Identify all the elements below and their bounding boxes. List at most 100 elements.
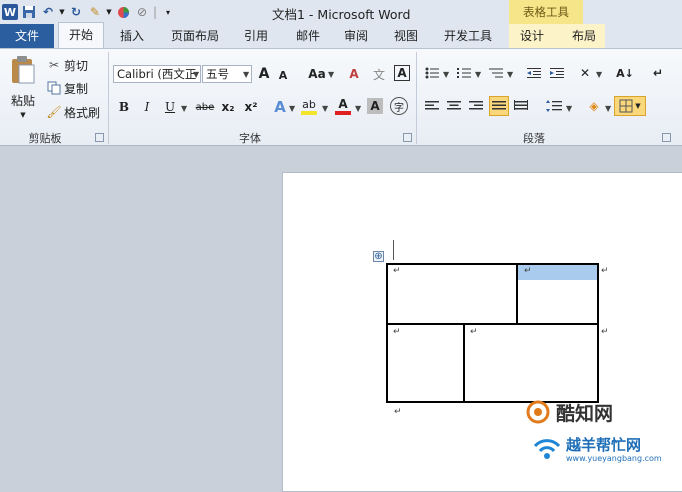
save-icon[interactable]	[21, 4, 37, 20]
tab-file[interactable]: 文件	[0, 24, 54, 48]
tab-review[interactable]: 审阅	[336, 24, 376, 48]
show-hide-marks-icon[interactable]: ↵	[650, 64, 666, 82]
bullets-dropdown-icon[interactable]: ▼	[443, 70, 449, 79]
align-left-icon[interactable]	[424, 98, 440, 114]
underline-dropdown-icon[interactable]: ▼	[181, 104, 187, 113]
tab-design[interactable]: 设计	[512, 24, 552, 48]
tab-insert[interactable]: 插入	[112, 24, 152, 48]
phonetic-guide-icon[interactable]: 文	[370, 64, 388, 84]
strikethrough-button[interactable]: abe	[193, 98, 217, 116]
paragraph-mark-icon: ↵	[394, 407, 402, 417]
font-name-box[interactable]: Calibri (西文正	[113, 65, 201, 83]
tab-page-layout[interactable]: 页面布局	[162, 24, 228, 48]
quick-access-toolbar: W ↶ ▼ ↻ ✎ ▼ ⊘ | ▾	[2, 2, 176, 22]
text-effects-icon[interactable]: A	[271, 98, 289, 116]
increase-indent-icon[interactable]	[549, 65, 565, 81]
line-spacing-dropdown-icon[interactable]: ▼	[566, 104, 572, 113]
table-border-top	[386, 263, 599, 265]
paste-dropdown-icon[interactable]: ▼	[18, 110, 28, 120]
tab-home[interactable]: 开始	[58, 22, 104, 48]
enclose-characters-icon[interactable]: 字	[390, 97, 408, 115]
superscript-button[interactable]: x²	[242, 98, 260, 116]
distributed-icon[interactable]	[513, 98, 529, 114]
redo-icon[interactable]: ↻	[68, 4, 84, 20]
asian-layout-dropdown-icon[interactable]: ▼	[596, 70, 602, 79]
tab-mailings[interactable]: 邮件	[288, 24, 328, 48]
font-name-dropdown-icon[interactable]: ▼	[193, 70, 199, 79]
align-center-icon[interactable]	[446, 98, 462, 114]
line-spacing-icon[interactable]	[545, 98, 563, 114]
multilevel-list-icon[interactable]	[488, 65, 504, 81]
copy-button-label[interactable]: 复制	[64, 80, 94, 96]
borders-button[interactable]: ▼	[614, 96, 646, 116]
tab-view[interactable]: 视图	[386, 24, 426, 48]
group-separator	[416, 52, 417, 144]
row-end-mark-icon: ↵	[601, 266, 609, 276]
copy-icon[interactable]	[46, 80, 62, 96]
character-border-icon[interactable]: A	[394, 65, 410, 81]
bullets-icon[interactable]	[424, 65, 440, 81]
tab-layout[interactable]: 布局	[564, 24, 604, 48]
watermark-logo-text: 酷知网	[556, 402, 614, 425]
watermark-site-text: 越羊帮忙网	[566, 436, 642, 454]
shading-dropdown-icon[interactable]: ▼	[605, 104, 611, 113]
character-shading-icon[interactable]: A	[367, 98, 383, 114]
watermark-wifi-icon	[533, 439, 561, 459]
decrease-indent-icon[interactable]	[526, 65, 542, 81]
font-dialog-launcher[interactable]	[403, 133, 412, 142]
font-color-dropdown-icon[interactable]: ▼	[355, 104, 361, 113]
color-wheel-icon[interactable]	[115, 4, 131, 20]
watermark-logo: 酷知网	[524, 397, 672, 427]
format-painter-icon[interactable]: ✎	[87, 4, 103, 20]
tab-developer[interactable]: 开发工具	[436, 24, 500, 48]
paragraph-dialog-launcher[interactable]	[662, 133, 671, 142]
tab-references[interactable]: 引用	[236, 24, 276, 48]
cut-button-label[interactable]: 剪切	[64, 57, 94, 73]
multilevel-dropdown-icon[interactable]: ▼	[507, 70, 513, 79]
cut-icon[interactable]: ✂	[46, 57, 62, 73]
numbering-dropdown-icon[interactable]: ▼	[475, 70, 481, 79]
paste-button-label[interactable]: 粘贴	[8, 92, 38, 108]
watermark-url: www.yueyangbang.com	[566, 454, 662, 463]
subscript-button[interactable]: x₂	[219, 98, 237, 116]
italic-button[interactable]: I	[139, 98, 155, 116]
cell-end-mark-icon: ↵	[470, 327, 478, 337]
borders-dropdown-icon: ▼	[635, 102, 641, 110]
asian-layout-icon[interactable]: ✕	[576, 64, 594, 82]
undo-dropdown-icon[interactable]: ▼	[59, 4, 65, 20]
customize-qat-icon[interactable]: ▾	[160, 4, 176, 20]
highlight-dropdown-icon[interactable]: ▼	[322, 104, 328, 113]
change-case-dropdown-icon[interactable]: ▼	[328, 70, 334, 79]
format-painter-label[interactable]: 格式刷	[64, 104, 104, 120]
cell-end-mark-icon: ↵	[393, 266, 401, 276]
change-case-icon[interactable]: Aa	[306, 64, 328, 84]
cell-end-mark-icon: ↵	[524, 266, 532, 276]
paste-icon[interactable]	[8, 54, 38, 86]
numbering-icon[interactable]	[456, 65, 472, 81]
eraser-icon[interactable]: ⊘	[134, 4, 150, 20]
justify-button[interactable]	[489, 96, 509, 116]
word-logo-icon[interactable]: W	[2, 4, 18, 20]
text-effects-dropdown-icon[interactable]: ▼	[289, 104, 295, 113]
text-cursor	[393, 240, 394, 260]
qat-separator: |	[152, 5, 158, 19]
bold-button[interactable]: B	[116, 98, 132, 116]
table-border-middle	[386, 323, 599, 325]
clear-formatting-icon[interactable]: A	[345, 64, 363, 84]
watermark-swirl-icon	[526, 400, 550, 424]
undo-icon[interactable]: ↶	[40, 4, 56, 20]
shading-bucket-icon[interactable]: ◈	[585, 97, 603, 115]
align-right-icon[interactable]	[468, 98, 484, 114]
format-painter-brush-icon[interactable]: 🖌	[46, 104, 62, 120]
underline-button[interactable]: U	[162, 98, 178, 116]
font-size-dropdown-icon[interactable]: ▼	[243, 70, 249, 79]
shrink-font-icon[interactable]: A	[276, 66, 290, 84]
sort-icon[interactable]: A↓	[615, 64, 635, 82]
format-dropdown-icon[interactable]: ▼	[106, 4, 112, 20]
grow-font-icon[interactable]: A	[256, 64, 272, 84]
table-move-handle-icon[interactable]: ⊕	[373, 251, 384, 262]
table-border-right	[597, 263, 599, 402]
text-highlight-icon[interactable]: ab	[299, 96, 319, 116]
font-color-icon[interactable]: A	[333, 96, 353, 116]
clipboard-dialog-launcher[interactable]	[95, 133, 104, 142]
